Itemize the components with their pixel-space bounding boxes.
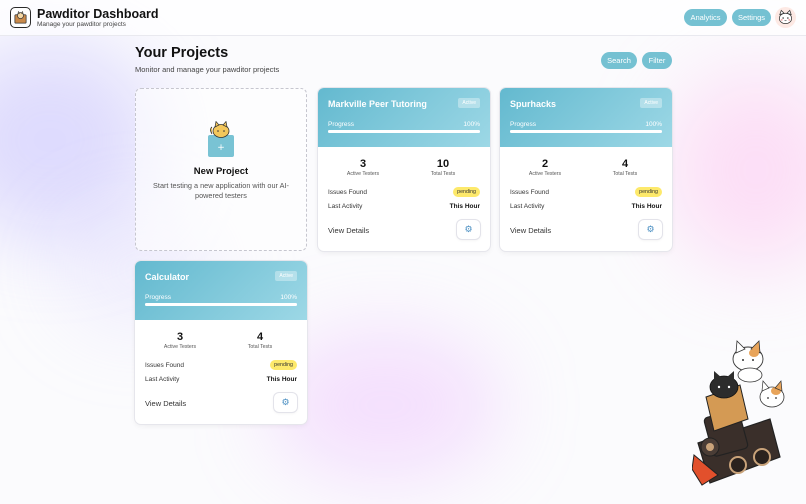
progress-bar — [145, 303, 297, 306]
app-title: Pawditor Dashboard — [37, 7, 159, 21]
issues-found-label: Issues Found — [328, 189, 368, 196]
project-settings-button[interactable]: ⚙ — [639, 220, 662, 239]
view-details-link[interactable]: View Details — [328, 226, 369, 235]
last-activity-value: This Hour — [266, 376, 297, 383]
pending-badge: pending — [270, 360, 297, 370]
total-tests-label: Total Tests — [430, 171, 456, 177]
progress-value: 100% — [645, 121, 662, 128]
progress-bar — [510, 130, 662, 133]
app-subtitle: Manage your pawditor projects — [37, 21, 126, 28]
cat-train-icon — [691, 335, 792, 492]
view-details-link[interactable]: View Details — [145, 399, 186, 408]
last-activity-label: Last Activity — [328, 203, 363, 210]
analytics-button[interactable]: Analytics — [684, 9, 727, 26]
project-name: Spurhacks — [510, 99, 557, 109]
total-tests-count: 4 — [621, 158, 629, 170]
active-testers-count: 2 — [541, 158, 549, 170]
active-testers-label: Active Testers — [528, 171, 562, 177]
settings-button[interactable]: Settings — [732, 9, 771, 26]
new-project-card[interactable]: + New Project Start testing a new applic… — [135, 88, 307, 251]
pending-badge: pending — [635, 187, 662, 197]
progress-value: 100% — [280, 294, 297, 301]
last-activity-value: This Hour — [631, 203, 662, 210]
project-settings-button[interactable]: ⚙ — [274, 393, 297, 412]
active-testers-label: Active Testers — [163, 344, 197, 350]
project-card-header: Calculator Active Progress 100% — [135, 261, 307, 320]
issues-found-label: Issues Found — [145, 362, 185, 369]
search-button[interactable]: Search — [601, 52, 637, 69]
progress-bar — [328, 130, 480, 133]
last-activity-label: Last Activity — [145, 376, 180, 383]
active-testers-count: 3 — [359, 158, 367, 170]
gear-icon: ⚙ — [646, 224, 655, 234]
progress-value: 100% — [463, 121, 480, 128]
top-bar: Pawditor Dashboard Manage your pawditor … — [0, 0, 806, 36]
project-card[interactable]: Markville Peer Tutoring Active Progress … — [318, 88, 490, 251]
cat-face-icon — [778, 9, 793, 25]
project-name: Calculator — [145, 272, 190, 282]
svg-text:+: + — [217, 143, 225, 153]
total-tests-count: 4 — [256, 331, 264, 343]
status-badge: Active — [640, 98, 662, 108]
view-details-link[interactable]: View Details — [510, 226, 551, 235]
filter-button[interactable]: Filter — [642, 52, 672, 69]
gear-icon: ⚙ — [464, 224, 473, 234]
cat-box-icon: + — [206, 120, 236, 164]
total-tests-count: 10 — [436, 158, 450, 170]
last-activity-label: Last Activity — [510, 203, 545, 210]
status-badge: Active — [458, 98, 480, 108]
new-project-title: New Project — [193, 166, 249, 177]
page-subtitle: Monitor and manage your pawditor project… — [135, 65, 280, 74]
status-badge: Active — [275, 271, 297, 281]
progress-label: Progress — [510, 121, 537, 128]
project-card[interactable]: Spurhacks Active Progress 100% 2 Active … — [500, 88, 672, 251]
progress-label: Progress — [145, 294, 172, 301]
page-title: Your Projects — [135, 45, 229, 61]
project-card-header: Spurhacks Active Progress 100% — [500, 88, 672, 147]
cat-logo-icon[interactable] — [10, 7, 31, 28]
total-tests-label: Total Tests — [612, 171, 638, 177]
active-testers-label: Active Testers — [346, 171, 380, 177]
pending-badge: pending — [453, 187, 480, 197]
active-testers-count: 3 — [176, 331, 184, 343]
issues-found-label: Issues Found — [510, 189, 550, 196]
progress-label: Progress — [328, 121, 355, 128]
project-settings-button[interactable]: ⚙ — [457, 220, 480, 239]
project-name: Markville Peer Tutoring — [328, 99, 427, 109]
gear-icon: ⚙ — [281, 397, 290, 407]
new-project-description: Start testing a new application with our… — [153, 181, 289, 201]
avatar[interactable] — [775, 7, 796, 28]
last-activity-value: This Hour — [449, 203, 480, 210]
project-card-header: Markville Peer Tutoring Active Progress … — [318, 88, 490, 147]
project-card[interactable]: Calculator Active Progress 100% 3 Active… — [135, 261, 307, 424]
total-tests-label: Total Tests — [247, 344, 273, 350]
